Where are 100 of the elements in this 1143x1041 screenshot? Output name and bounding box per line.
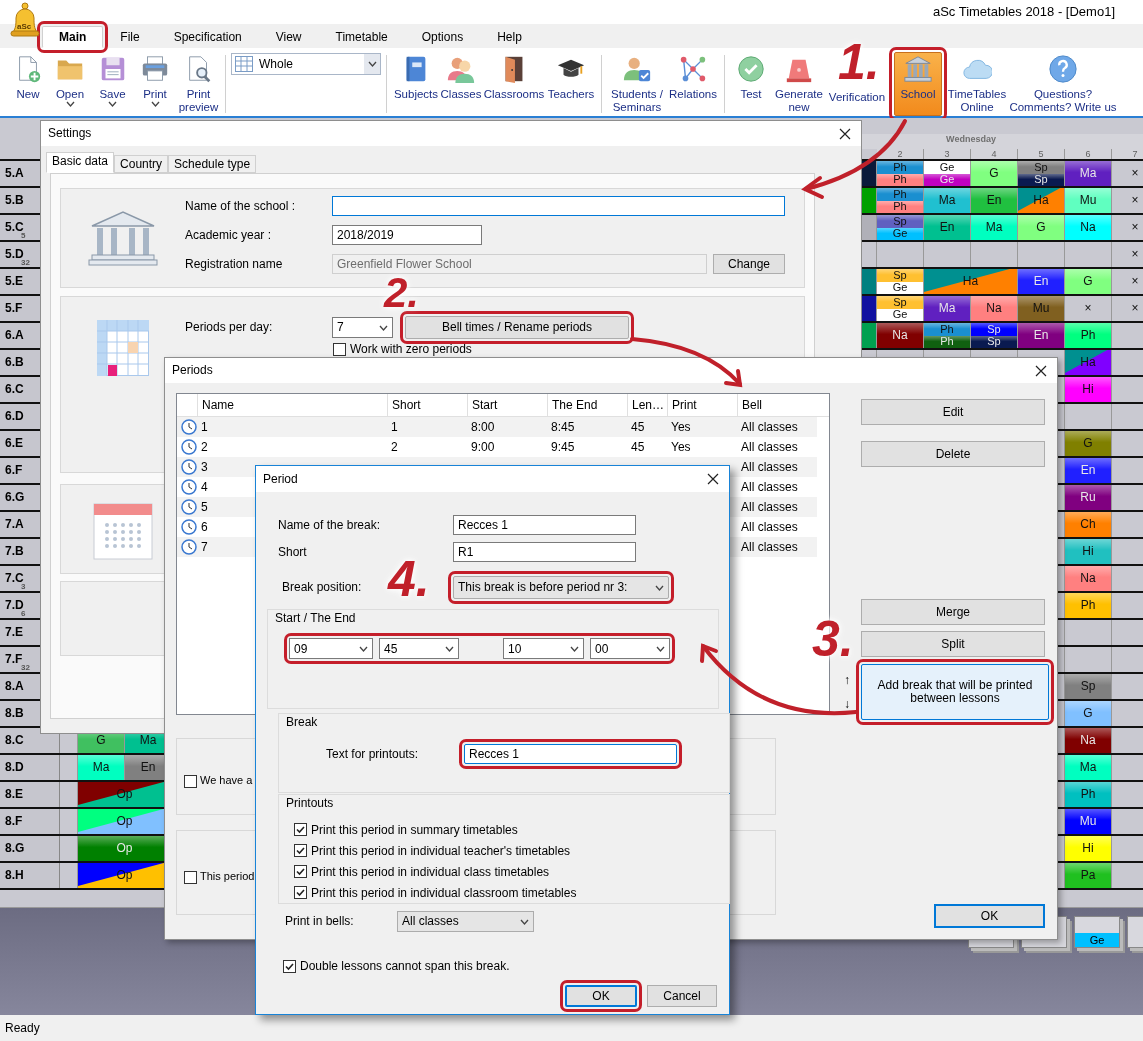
toolbar-button[interactable]: Open <box>48 52 92 116</box>
tab[interactable]: Basic data <box>46 152 115 173</box>
text-field[interactable]: 2018/2019 <box>332 225 482 245</box>
dropdown[interactable]: 00 <box>590 638 670 660</box>
lesson-cell: Ge <box>924 161 970 174</box>
toolbar-button[interactable]: Save <box>92 52 133 116</box>
table-cell: All classes <box>741 439 798 455</box>
dropdown[interactable]: 10 <box>503 638 584 660</box>
menu-tab[interactable]: Options <box>404 26 481 48</box>
class-count: 32 <box>21 259 30 267</box>
checkbox-label: Print this period in individual class timetables <box>311 864 550 880</box>
dropdown[interactable]: 09 <box>289 638 373 660</box>
lesson-cell: Na <box>1065 215 1112 240</box>
checkbox[interactable] <box>283 959 296 973</box>
column-header[interactable]: Print <box>667 394 737 416</box>
step-number: 1. <box>838 39 880 87</box>
unavailable-mark: × <box>1112 269 1143 294</box>
caret-icon <box>655 584 664 591</box>
class-count: 3 <box>21 583 26 591</box>
move-down-button[interactable]: ↓ <box>839 696 855 712</box>
class-count: 32 <box>21 664 30 672</box>
unavailable-mark: × <box>1112 215 1143 240</box>
lesson-cell: Na <box>877 323 924 348</box>
field-label: Name of the break: <box>277 517 382 533</box>
toolbar-button[interactable]: New <box>8 52 48 116</box>
class-count: 5 <box>21 232 26 240</box>
dropdown[interactable]: All classes <box>397 911 534 932</box>
toolbar-button[interactable]: Print <box>133 52 177 116</box>
dropdown[interactable]: 45 <box>379 638 459 660</box>
button[interactable]: Merge <box>861 599 1045 625</box>
column-header[interactable]: The End <box>547 394 627 416</box>
step-number: 2. <box>384 273 420 313</box>
checkbox[interactable] <box>294 865 307 879</box>
unavailable-mark: × <box>1065 296 1112 321</box>
lesson-cell: G <box>1065 431 1112 456</box>
column-header[interactable]: Short <box>387 394 467 416</box>
toolbar-button[interactable]: Relations <box>667 52 719 116</box>
menu-tab[interactable]: Specification <box>156 26 259 48</box>
toolbar-button[interactable]: Print preview <box>177 52 220 116</box>
check-icon <box>295 824 306 836</box>
button[interactable]: Delete <box>861 441 1045 467</box>
checkbox[interactable] <box>333 342 346 356</box>
menu-tab[interactable]: Help <box>480 26 539 48</box>
text-field[interactable] <box>332 196 785 216</box>
table-cell: Yes <box>671 419 691 435</box>
toolbar-button[interactable]: Generate new <box>772 52 826 116</box>
column-header[interactable]: Start <box>467 394 547 416</box>
column-header[interactable]: Name <box>197 394 387 416</box>
lesson-cell: Ph <box>1065 593 1112 618</box>
unavailable-mark: × <box>1112 296 1143 321</box>
toolbar-button[interactable]: Classes <box>440 52 482 116</box>
lesson-cell: Mu <box>1018 296 1065 321</box>
cancel-button[interactable]: Cancel <box>647 985 717 1008</box>
button[interactable]: Split <box>861 631 1045 657</box>
menu-tab[interactable]: File <box>103 26 157 48</box>
view-dropdown[interactable]: Whole <box>231 53 381 75</box>
toolbar-button[interactable]: Verification <box>826 89 888 106</box>
checkbox[interactable] <box>294 886 307 900</box>
lesson-cell: Ph <box>877 161 923 174</box>
toolbar-button[interactable]: Teachers <box>546 52 596 116</box>
menu-tab[interactable]: View <box>258 26 319 48</box>
column-header[interactable]: Bell <box>737 394 817 416</box>
lesson-cell: Ma <box>78 755 125 780</box>
toolbar-button[interactable]: TimeTables Online <box>947 52 1007 116</box>
period-number: 5 <box>1018 149 1065 159</box>
period-number: 6 <box>1065 149 1112 159</box>
toolbar-button[interactable]: Classrooms <box>482 52 546 116</box>
toolbar-button[interactable]: Test <box>730 52 772 116</box>
check-badge-icon <box>736 54 766 84</box>
lesson-cell: Sp <box>877 296 923 309</box>
table-cell: 4 <box>201 479 208 495</box>
table-cell: 2 <box>391 439 398 455</box>
column-header[interactable]: Len… <box>627 394 667 416</box>
toolbar-button[interactable]: Students / Seminars <box>607 52 667 116</box>
checkbox[interactable] <box>294 823 307 837</box>
toolbar-button[interactable]: Subjects <box>392 52 440 116</box>
move-up-button[interactable]: ↑ <box>839 672 855 688</box>
tab[interactable]: Country <box>114 155 169 173</box>
checkbox[interactable] <box>184 774 197 788</box>
lesson-cell: En <box>924 215 971 240</box>
table-cell: All classes <box>741 459 798 475</box>
lesson-cell: Ma <box>1065 161 1112 186</box>
ok-button[interactable]: OK <box>934 904 1045 928</box>
text-field[interactable]: R1 <box>453 542 636 562</box>
button[interactable]: Edit <box>861 399 1045 425</box>
checkbox-label: We have a <box>200 774 253 788</box>
dropdown[interactable]: 7 <box>332 317 393 338</box>
text-field[interactable]: Recces 1 <box>453 515 636 535</box>
checkbox[interactable] <box>294 844 307 858</box>
toolbar-button[interactable]: Questions? Comments? Write us <box>1007 52 1119 116</box>
checkbox[interactable] <box>184 870 197 884</box>
table-cell: 2 <box>201 439 208 455</box>
table-cell: Yes <box>671 439 691 455</box>
lesson-cell: Sp <box>877 215 923 228</box>
table-cell: All classes <box>741 519 798 535</box>
menu-tab[interactable]: Timetable <box>318 26 405 48</box>
table-cell: 1 <box>391 419 398 435</box>
unavailable-mark: × <box>1112 188 1143 213</box>
tab[interactable]: Schedule type <box>168 155 257 173</box>
table-cell: 1 <box>201 419 208 435</box>
